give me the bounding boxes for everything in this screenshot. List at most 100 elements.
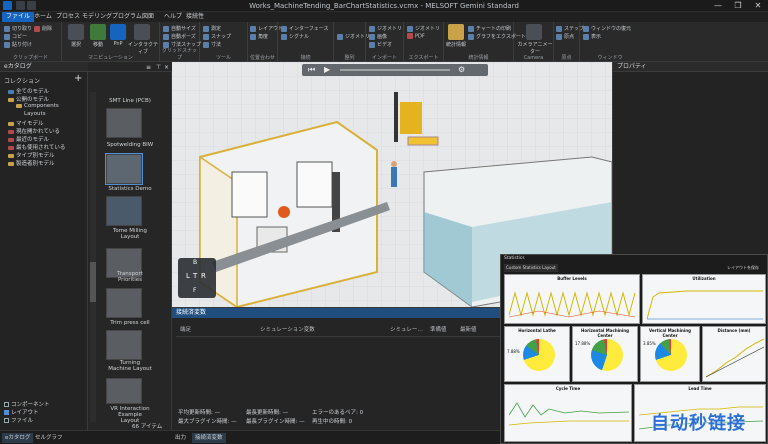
column-header[interactable]: 最新値 [460,326,477,335]
view-back-icon[interactable]: B [193,259,197,266]
restore-window-button[interactable]: ウィンドウの復元 [583,25,631,32]
catalog-thumbnail[interactable] [106,196,142,226]
angle-button[interactable]: 角度 [250,33,268,40]
import-video-button[interactable]: ビデオ [369,41,392,48]
tab-cell-graph[interactable]: セルグラフ [32,433,66,443]
import-image-button[interactable]: 画像 [369,33,387,40]
checkbox[interactable] [4,410,9,415]
settings-icon[interactable]: ⚙ [458,65,465,74]
origin-button[interactable]: 原点 [556,33,574,40]
auto-pose-toggle[interactable]: 自動ポーズ [163,33,196,40]
pin-icon[interactable]: ⊤ [156,63,161,73]
catalog-item-label[interactable]: Tome Milling Layout [110,228,150,240]
tree-item-all-models[interactable]: 全てのモデル [8,87,49,95]
column-header[interactable]: 準備値 [430,326,447,335]
minimize-button[interactable]: — [708,0,728,12]
group-label: 接続 [300,55,311,61]
delete-button[interactable]: 削除 [34,25,52,32]
catalog-item-label[interactable]: Spotwelding BIW [92,142,168,148]
sort-icon[interactable]: ≡ [146,63,151,73]
add-collection-icon[interactable]: + [74,73,82,84]
tab-connectivity[interactable]: 接続性 [182,12,208,22]
column-header[interactable]: シミュレーション変数 [260,326,315,335]
image-icon [369,33,375,40]
signal-button[interactable]: シグナル [281,33,309,40]
chart-distance: Distance (mm) [702,326,766,382]
interactive-button[interactable]: インタラクティブ [126,41,160,55]
close-button[interactable]: ✕ [748,0,768,12]
auto-size-toggle[interactable]: 自動サイズ [163,25,196,32]
close-panel-icon[interactable]: × [164,63,169,73]
play-icon[interactable]: ▶ [324,65,330,74]
view-right-icon[interactable]: R [201,272,206,280]
print-chart-button[interactable]: チャートの印刷 [468,25,511,32]
timeline-slider[interactable] [340,69,450,71]
camera-icon[interactable] [526,24,542,40]
column-header[interactable]: 端足 [180,326,191,335]
tab-connected-variables[interactable]: 接続済変数 [192,433,226,443]
interface-button[interactable]: インターフェース [281,25,328,32]
tab-ecatalog[interactable]: eカタログ [2,433,34,443]
catalog-thumbnail[interactable] [106,378,142,404]
tab-custom-layout[interactable]: Custom Statistics Layout [504,264,558,272]
paste-button[interactable]: 貼り付け [4,41,32,48]
tree-item-public-models[interactable]: 公開のモデル [8,95,49,103]
view-left-icon[interactable]: L [186,272,190,280]
tab-output[interactable]: 出力 [172,433,189,443]
catalog-item-label[interactable]: Trim press cell [92,320,168,326]
title-bar: Works_MachineTending_BarChartStatistics.… [0,0,768,12]
statistics-button[interactable]: 統計情報 [442,41,470,48]
properties-title: プロパティ [613,62,768,72]
column-header[interactable]: シミュレー… [390,326,423,335]
move-icon[interactable] [90,24,106,40]
catalog-thumbnail[interactable] [106,330,142,360]
measure-button[interactable]: 測定 [203,25,221,32]
ribbon-group-grid-snap: 自動サイズ 自動ポーズ 寸法スナップ グリッドスナップ [160,22,201,62]
snap-button[interactable]: スナップ [203,33,231,40]
camera-animator-button[interactable]: カメラアニメーター [517,41,553,55]
filter-components[interactable]: コンポーネント [4,400,50,408]
view-top-icon[interactable]: T [193,272,197,280]
catalog-thumbnail[interactable] [106,288,142,318]
catalog-thumbnail[interactable] [106,108,142,138]
tab-drawing[interactable]: 図面 [138,12,158,22]
tree-item-components[interactable]: Components [16,103,59,109]
import-geometry-button[interactable]: ジオメトリ [369,25,402,32]
interactive-icon[interactable] [134,24,150,40]
filter-layouts[interactable]: レイアウト [4,408,39,416]
tree-item-by-type[interactable]: タイプ別モデル [8,151,55,159]
tree-item-recent-models[interactable]: 最近のモデル [8,135,49,143]
catalog-item-label[interactable]: SMT Line (PCB) [92,98,168,104]
pnp-icon[interactable] [110,24,126,40]
tree-item-most-used[interactable]: 最も使用されている [8,143,65,151]
tree-item-my-models[interactable]: マイモデル [8,119,44,127]
catalog-item-label[interactable]: Transport Priorities [110,271,150,283]
tree-item-layouts[interactable]: Layouts [24,111,46,117]
catalog-item-label[interactable]: Statistics Demo [92,186,168,192]
select-icon[interactable] [68,24,84,40]
tree-item-by-manufacturer[interactable]: 製造者別モデル [8,159,55,167]
dimension-button[interactable]: 寸法 [203,41,221,48]
tree-item-currently-open[interactable]: 現在開かれている [8,127,60,135]
rewind-icon[interactable]: ⏮ [308,65,315,75]
catalog-item-label[interactable]: Turning Machine Layout [108,360,152,372]
group-label: マニピュレーション [88,55,133,61]
maximize-button[interactable]: ❐ [728,0,748,12]
catalog-thumbnail-selected[interactable] [105,153,143,185]
save-layout-button[interactable]: レイアウトを保存 [727,265,759,271]
export-pdf-button[interactable]: PDF [407,33,425,40]
filter-files[interactable]: ファイル [4,416,33,424]
copy-button[interactable]: コピー [4,33,27,40]
checkbox[interactable] [4,418,9,423]
view-cube[interactable]: B L T R F [178,258,216,298]
cut-button[interactable]: 切り取り [4,25,32,32]
group-label: ツール [215,55,231,61]
catalog-scroll-thumb[interactable] [90,262,96,302]
statistics-icon[interactable] [448,24,464,40]
collection-heading: コレクション [4,78,41,85]
checkbox[interactable] [4,402,9,407]
export-geometry-button[interactable]: ジオメトリ [407,25,440,32]
print-icon [468,25,474,32]
view-front-icon[interactable]: F [193,287,196,294]
display-button[interactable]: 表示 [583,33,601,40]
